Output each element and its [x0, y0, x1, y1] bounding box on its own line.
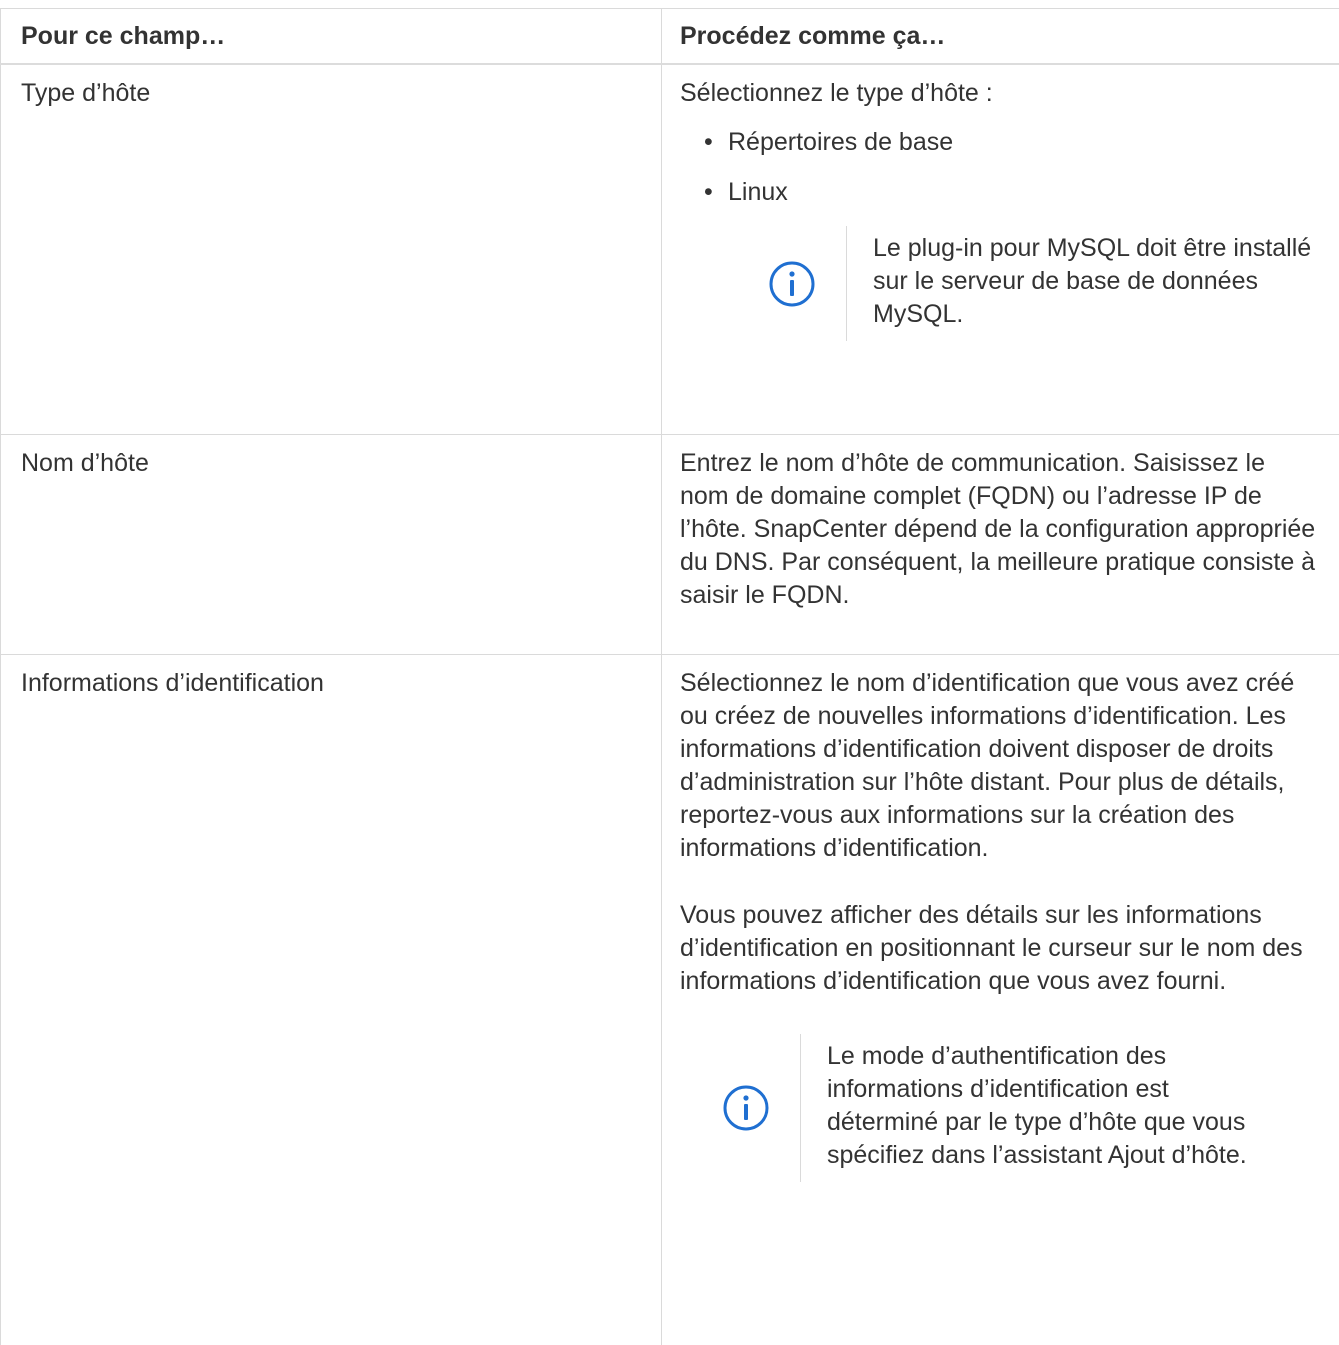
info-icon: [769, 261, 815, 306]
note-text: Le mode d’authentification des informati…: [800, 1034, 1257, 1182]
option-item: • Linux: [704, 176, 1317, 209]
note-icon-column: [680, 1084, 800, 1132]
field-name: Informations d’identification: [0, 655, 662, 1345]
header-field-column: Pour ce champ…: [0, 9, 662, 63]
bullet-glyph: •: [704, 128, 713, 156]
field-name: Type d’hôte: [0, 65, 662, 434]
instruction-text: Sélectionnez le nom d’identification que…: [680, 669, 1295, 862]
bullet-glyph: •: [704, 178, 713, 206]
table-header-row: Pour ce champ… Procédez comme ça…: [0, 9, 1339, 65]
table-row-host-type: Type d’hôte Sélectionnez le type d’hôte …: [0, 65, 1339, 435]
option-label: Linux: [728, 178, 788, 206]
header-action-column: Procédez comme ça…: [680, 22, 946, 50]
field-instructions: Sélectionnez le nom d’identification que…: [662, 655, 1339, 1345]
note-icon-column: [680, 260, 846, 308]
table-row-host-name: Nom d’hôte Entrez le nom d’hôte de commu…: [0, 435, 1339, 655]
options-table: Pour ce champ… Procédez comme ça… Type d…: [0, 8, 1339, 1345]
instruction-text: Sélectionnez le type d’hôte :: [680, 79, 993, 107]
field-name: Nom d’hôte: [0, 435, 662, 654]
option-item: • Répertoires de base: [704, 126, 1317, 159]
admonition-note: Le plug-in pour MySQL doit être installé…: [680, 226, 1317, 341]
note-text: Le plug-in pour MySQL doit être installé…: [846, 226, 1313, 341]
info-icon: [723, 1085, 769, 1131]
table-row-credentials: Informations d’identification Sélectionn…: [0, 655, 1339, 1345]
instruction-text-2: Vous pouvez afficher des détails sur les…: [680, 901, 1303, 995]
admonition-note: Le mode d’authentification des informati…: [680, 1034, 1317, 1182]
host-type-options: • Répertoires de base • Linux: [680, 126, 1317, 209]
instruction-text: Entrez le nom d’hôte de communication. S…: [680, 449, 1316, 609]
field-instructions: Sélectionnez le type d’hôte : • Répertoir…: [662, 65, 1339, 434]
field-instructions: Entrez le nom d’hôte de communication. S…: [662, 435, 1339, 654]
option-label: Répertoires de base: [728, 128, 954, 156]
